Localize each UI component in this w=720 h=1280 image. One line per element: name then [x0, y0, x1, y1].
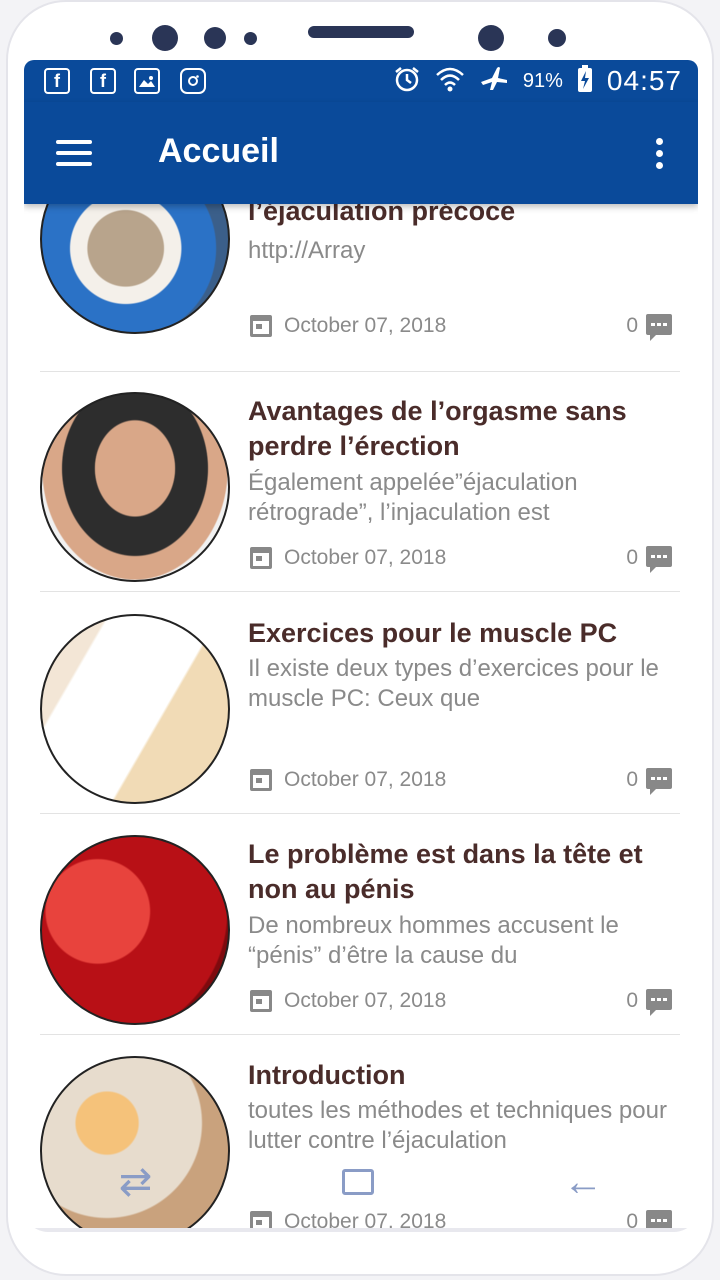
hamburger-menu-icon[interactable] [56, 140, 92, 166]
calendar-icon [250, 990, 272, 1012]
comment-icon[interactable] [646, 314, 672, 341]
app-bar: Accueil [24, 102, 698, 204]
article-meta: October 07, 2018 0 [248, 544, 674, 574]
article-excerpt: Également appelée”éjaculation rétrograde… [248, 469, 578, 526]
sensor-dot [110, 32, 123, 45]
article-title[interactable]: Le problème est dans la tête et non au p… [248, 837, 678, 907]
comment-count: 0 [626, 989, 638, 1012]
sensor-dot [548, 29, 566, 47]
article-excerpt: toutes les méthodes et techniques pour l… [248, 1097, 667, 1154]
article-date: October 07, 2018 [284, 314, 447, 337]
comment-count: 0 [626, 546, 638, 569]
comment-icon[interactable] [646, 546, 672, 573]
article-title[interactable]: Introduction [248, 1058, 678, 1093]
facebook-icon: f [90, 68, 116, 94]
camera-lens [152, 25, 178, 51]
article-thumbnail[interactable] [40, 835, 230, 1025]
calendar-icon [250, 769, 272, 791]
article-meta: October 07, 2018 0 [248, 312, 674, 342]
comment-count: 0 [626, 314, 638, 337]
article-title[interactable]: Avantages de l’orgasme sans perdre l’ére… [248, 394, 678, 464]
sensor-dot [204, 27, 226, 49]
more-options-icon[interactable] [654, 138, 664, 170]
comment-icon[interactable] [646, 768, 672, 795]
calendar-icon [250, 547, 272, 569]
article-thumbnail[interactable] [40, 392, 230, 582]
front-camera [478, 25, 504, 51]
article-card[interactable]: l’éjaculation précoce http://Array Octob… [40, 144, 680, 372]
article-card[interactable]: Avantages de l’orgasme sans perdre l’ére… [40, 372, 680, 592]
comment-icon[interactable] [646, 989, 672, 1016]
article-meta: October 07, 2018 0 [248, 987, 674, 1017]
device-top-bezel [0, 0, 720, 60]
article-title[interactable]: Exercices pour le muscle PC [248, 616, 678, 651]
clock: 04:57 [606, 65, 682, 96]
article-excerpt: http://Array [248, 237, 366, 264]
device-frame: f f 91% 04:57 Accueil l’éjaculation préc… [0, 0, 720, 1280]
article-card[interactable]: Le problème est dans la tête et non au p… [40, 815, 680, 1035]
article-excerpt: De nombreux hommes accusent le “pénis” d… [248, 912, 619, 969]
app-screen: f f 91% 04:57 Accueil l’éjaculation préc… [24, 60, 698, 1232]
home-square-icon[interactable] [341, 1169, 374, 1195]
comment-count: 0 [626, 768, 638, 791]
article-thumbnail[interactable] [40, 614, 230, 804]
article-card[interactable]: Exercices pour le muscle PC Il existe de… [40, 594, 680, 814]
system-navigation-bar: ⇄ ← [24, 1152, 698, 1212]
article-date: October 07, 2018 [284, 768, 447, 791]
instagram-icon [180, 68, 206, 94]
battery-charging-icon [577, 64, 593, 98]
status-bar: f f 91% 04:57 [24, 60, 698, 102]
article-meta: October 07, 2018 0 [248, 766, 674, 796]
alarm-icon [393, 65, 421, 98]
back-arrow-icon[interactable]: ← [563, 1162, 603, 1202]
image-icon [134, 68, 160, 94]
screen-bottom-edge [24, 1228, 698, 1232]
article-date: October 07, 2018 [284, 989, 447, 1012]
page-title: Accueil [158, 132, 279, 170]
airplane-mode-icon [479, 65, 509, 98]
earpiece-speaker [308, 26, 414, 38]
facebook-icon: f [44, 68, 70, 94]
switch-apps-icon[interactable]: ⇄ [119, 1162, 153, 1202]
article-date: October 07, 2018 [284, 546, 447, 569]
article-excerpt: Il existe deux types d’exercices pour le… [248, 655, 659, 712]
sensor-dot [244, 32, 257, 45]
calendar-icon [250, 315, 272, 337]
status-right-group: 91% 04:57 [393, 64, 682, 98]
battery-percentage: 91% [522, 69, 563, 92]
wifi-icon [435, 65, 465, 98]
